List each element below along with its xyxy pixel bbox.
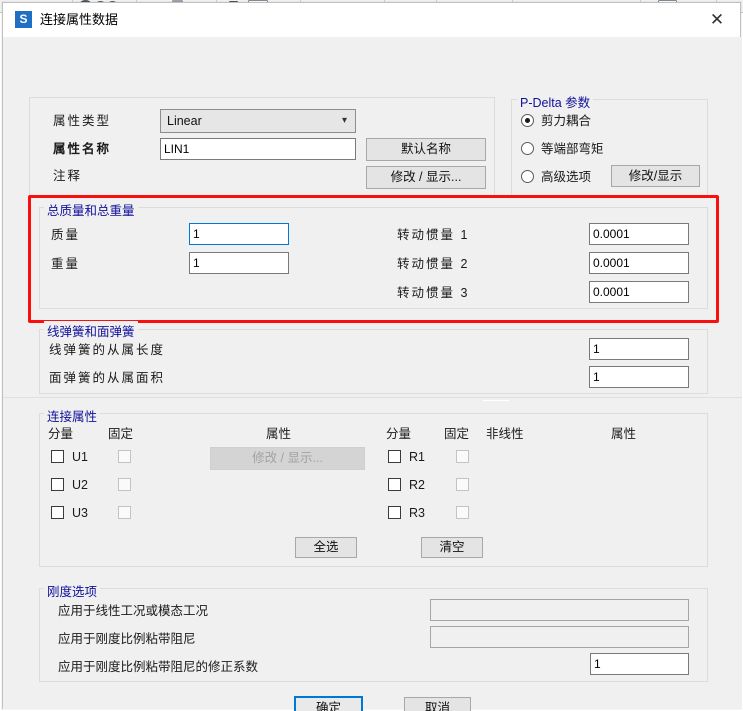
label-u1: U1: [72, 450, 88, 464]
springs-group-title: 线弹簧和面弹簧: [44, 321, 138, 340]
screen: S 连接属性数据 ✕ 属性类型 Linear ▾ 属性名称 默认名称 注释 修改…: [0, 0, 743, 711]
pdelta-radio-shear-coupling[interactable]: [521, 114, 534, 127]
clear-all-button[interactable]: 清空: [421, 537, 483, 558]
stiffness-factor-label: 应用于刚度比例粘带阻尼的修正系数: [58, 660, 259, 674]
property-name-label: 属性名称: [53, 142, 112, 156]
rotational-inertia-2-input[interactable]: [589, 252, 689, 274]
pdelta-label-equal-end-moment: 等端部弯矩: [541, 142, 604, 156]
cancel-button[interactable]: 取消: [404, 697, 471, 711]
chevron-down-icon: ▾: [341, 115, 347, 126]
header-component-left: 分量: [48, 427, 74, 441]
checkbox-u2[interactable]: [51, 478, 64, 491]
header-fixed-left: 固定: [108, 427, 134, 441]
sap2000-s-icon: S: [15, 11, 32, 28]
stiffness-options-group-title: 刚度选项: [44, 581, 101, 600]
notes-label: 注释: [53, 169, 83, 183]
pdelta-group-title: P-Delta 参数: [517, 92, 594, 111]
ok-button[interactable]: 确定: [294, 696, 363, 711]
titlebar: S 连接属性数据 ✕: [3, 3, 740, 37]
rotational-inertia-1-label: 转动惯量 1: [397, 228, 470, 242]
property-type-label: 属性类型: [53, 114, 112, 128]
rotational-inertia-1-input[interactable]: [589, 223, 689, 245]
mass-weight-group-title: 总质量和总重量: [44, 200, 138, 219]
area-spring-area-input[interactable]: [589, 366, 689, 388]
checkbox-r1[interactable]: [388, 450, 401, 463]
checkbox-r3-fixed[interactable]: [456, 506, 469, 519]
checkbox-u1-fixed[interactable]: [118, 450, 131, 463]
area-spring-area-label: 面弹簧的从属面积: [49, 371, 166, 385]
line-spring-length-input[interactable]: [589, 338, 689, 360]
rotational-inertia-3-input[interactable]: [589, 281, 689, 303]
select-all-button[interactable]: 全选: [295, 537, 357, 558]
label-u3: U3: [72, 506, 88, 520]
header-property-right: 属性: [611, 427, 637, 441]
stiffness-linear-modal-label: 应用于线性工况或模态工况: [58, 604, 209, 618]
default-name-button[interactable]: 默认名称: [366, 138, 486, 161]
checkbox-u3[interactable]: [51, 506, 64, 519]
stiffness-damping-input[interactable]: [430, 626, 689, 648]
link-property-modify-show-button[interactable]: 修改 / 显示...: [210, 447, 365, 470]
window-title: 连接属性数据: [40, 12, 119, 27]
checkbox-r3[interactable]: [388, 506, 401, 519]
checkbox-u3-fixed[interactable]: [118, 506, 131, 519]
notes-modify-show-button[interactable]: 修改 / 显示...: [366, 166, 486, 189]
line-spring-length-label: 线弹簧的从属长度: [49, 343, 166, 357]
label-r2: R2: [409, 478, 425, 492]
label-r3: R3: [409, 506, 425, 520]
checkbox-r2-fixed[interactable]: [456, 478, 469, 491]
checkbox-u2-fixed[interactable]: [118, 478, 131, 491]
pdelta-radio-advanced[interactable]: [521, 170, 534, 183]
close-icon[interactable]: ✕: [694, 3, 740, 36]
header-nonlinear-right: 非线性: [486, 427, 524, 441]
header-property-left: 属性: [266, 427, 292, 441]
section-divider-highlight: [483, 400, 509, 401]
link-property-data-dialog: S 连接属性数据 ✕ 属性类型 Linear ▾ 属性名称 默认名称 注释 修改…: [2, 2, 742, 711]
pdelta-label-shear-coupling: 剪力耦合: [541, 114, 592, 128]
mass-label: 质量: [51, 228, 81, 242]
property-type-value: Linear: [167, 114, 202, 128]
link-properties-group-title: 连接属性: [44, 406, 101, 425]
pdelta-advanced-modify-show-button[interactable]: 修改/显示: [611, 165, 700, 187]
weight-input[interactable]: [189, 252, 289, 274]
checkbox-u1[interactable]: [51, 450, 64, 463]
rotational-inertia-2-label: 转动惯量 2: [397, 257, 470, 271]
rotational-inertia-3-label: 转动惯量 3: [397, 286, 470, 300]
header-fixed-right: 固定: [444, 427, 470, 441]
property-type-select[interactable]: Linear ▾: [160, 109, 356, 133]
header-component-right: 分量: [386, 427, 412, 441]
link-properties-group: [39, 413, 708, 567]
stiffness-factor-input[interactable]: [590, 653, 689, 675]
section-divider: [3, 397, 742, 398]
dialog-body: 属性类型 Linear ▾ 属性名称 默认名称 注释 修改 / 显示... P-…: [3, 37, 742, 711]
stiffness-damping-label: 应用于刚度比例粘带阻尼: [58, 632, 196, 646]
weight-label: 重量: [51, 257, 81, 271]
checkbox-r2[interactable]: [388, 478, 401, 491]
mass-input[interactable]: [189, 223, 289, 245]
stiffness-linear-modal-input[interactable]: [430, 599, 689, 621]
label-u2: U2: [72, 478, 88, 492]
label-r1: R1: [409, 450, 425, 464]
pdelta-label-advanced: 高级选项: [541, 170, 592, 184]
pdelta-radio-equal-end-moment[interactable]: [521, 142, 534, 155]
property-name-input[interactable]: [160, 138, 356, 160]
checkbox-r1-fixed[interactable]: [456, 450, 469, 463]
